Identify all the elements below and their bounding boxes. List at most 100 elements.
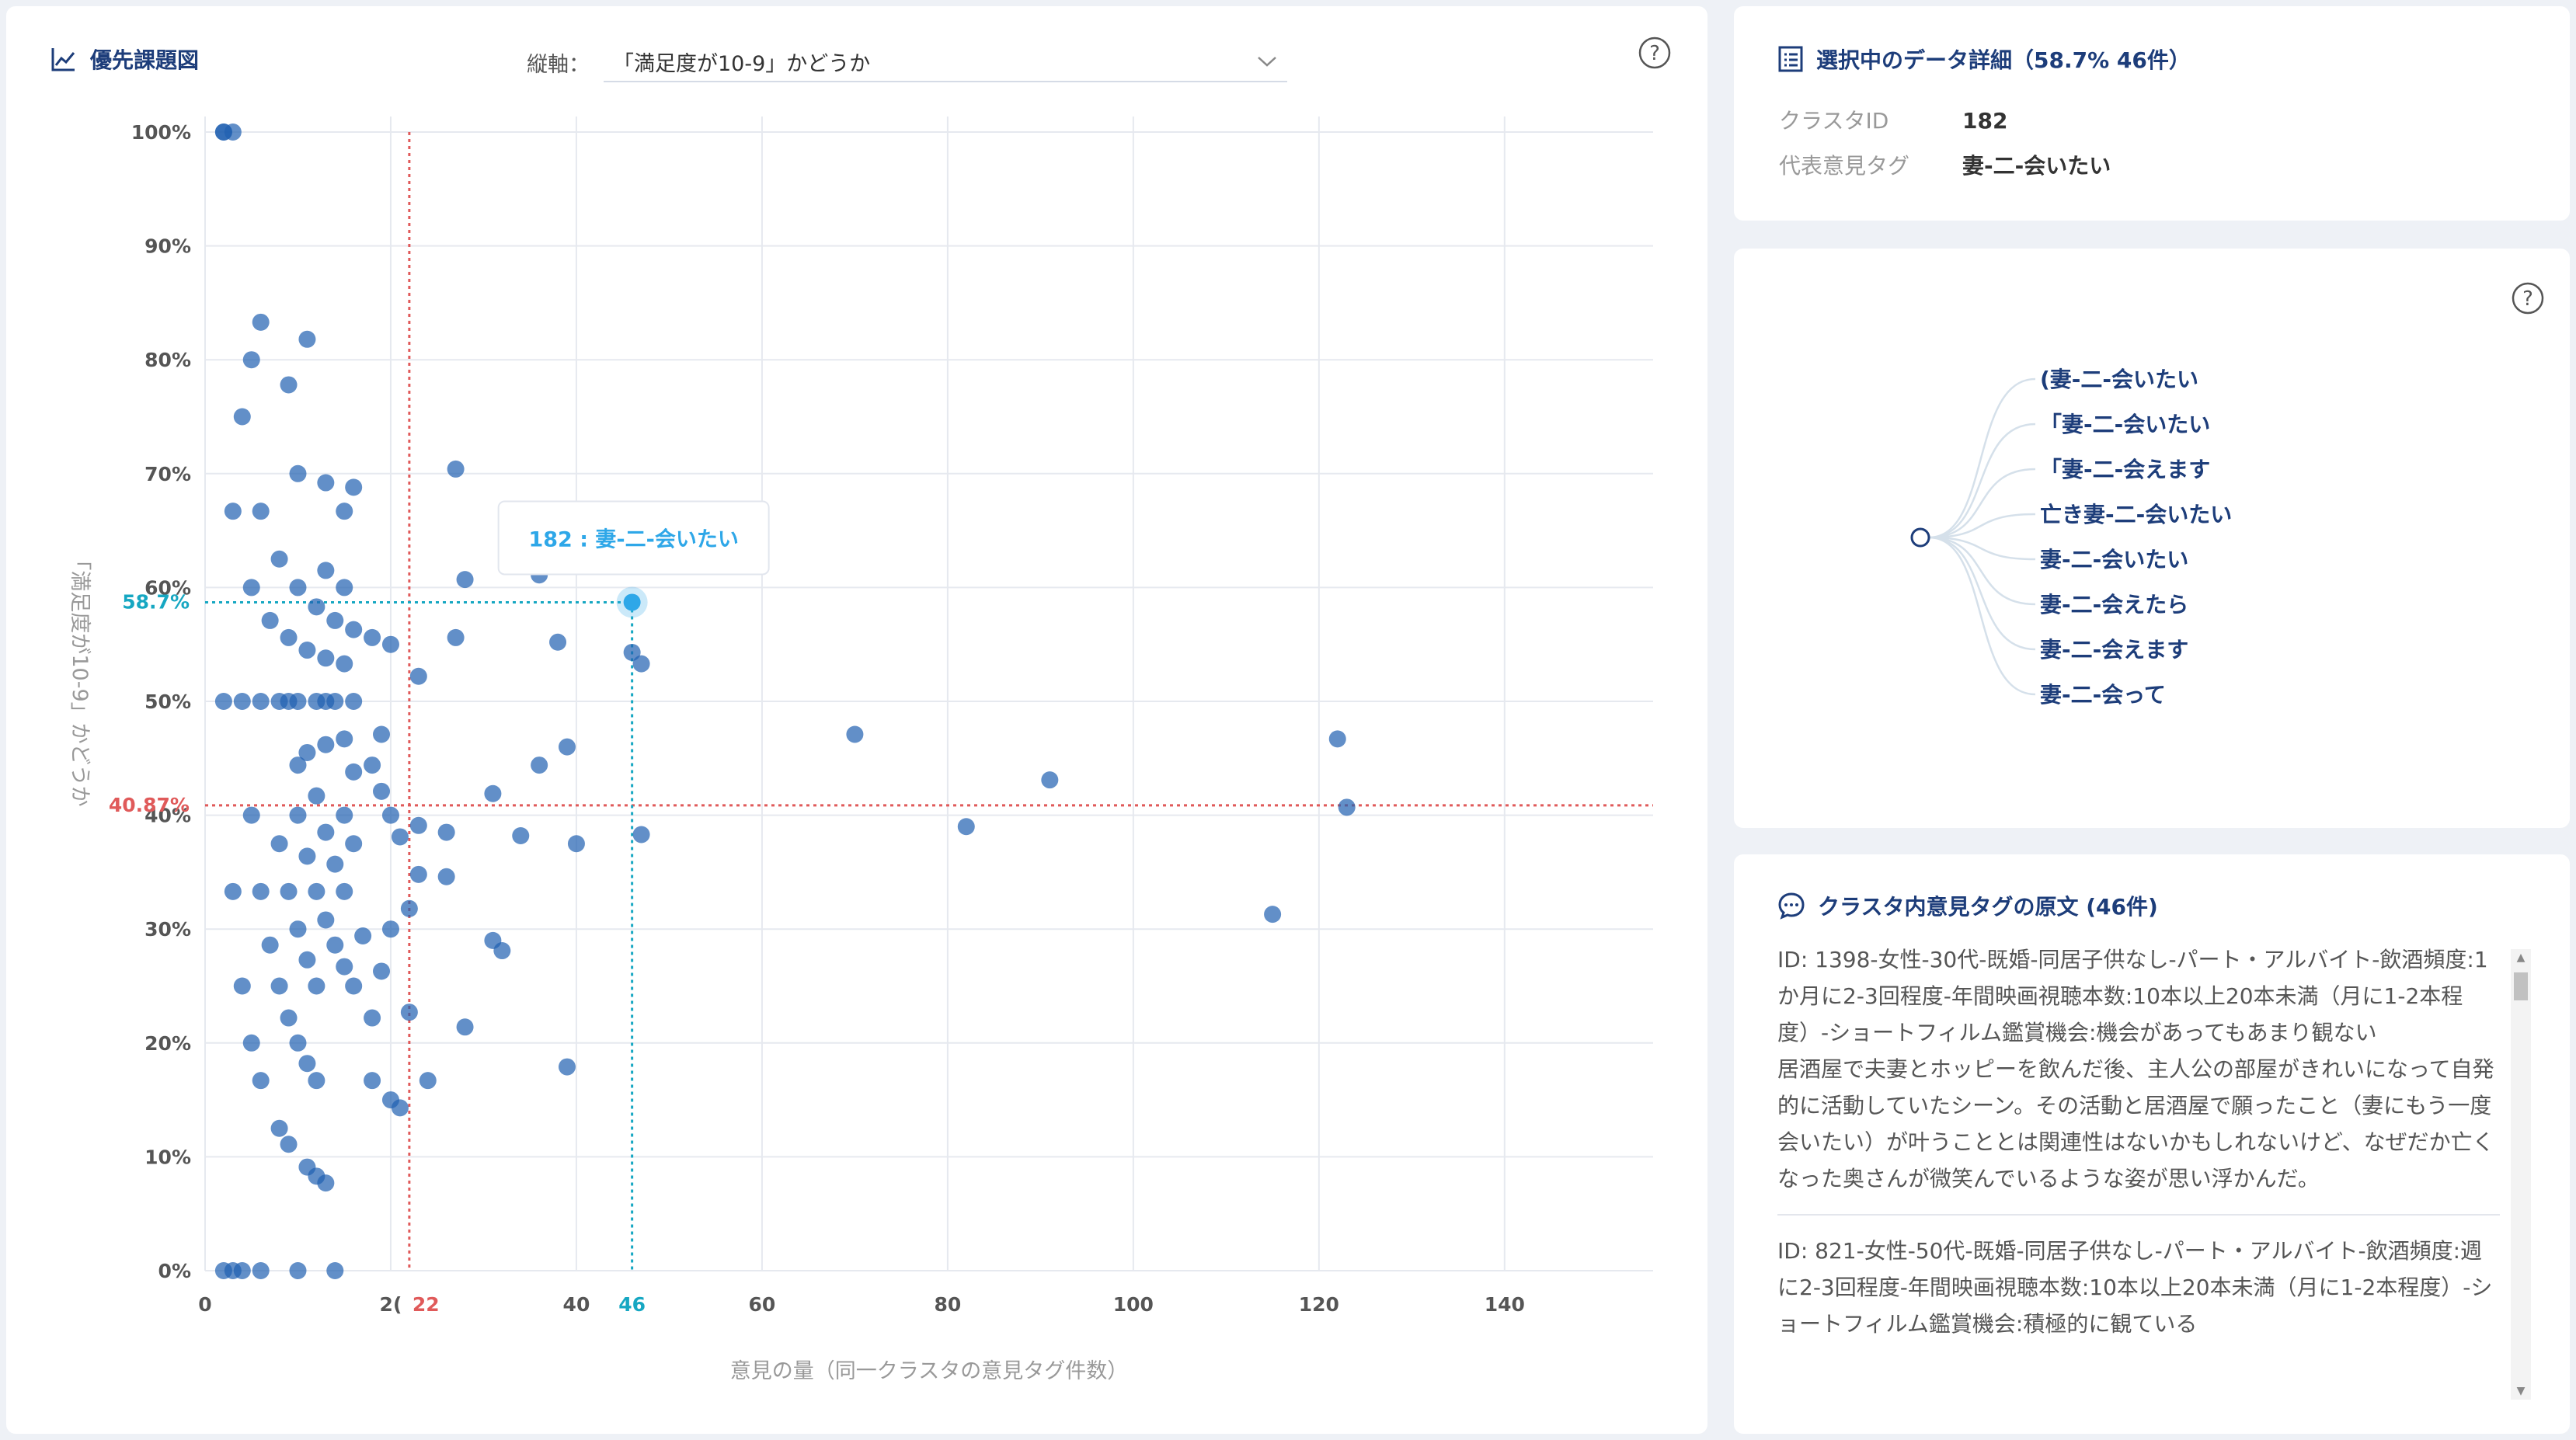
data-point[interactable] [280,1009,298,1027]
data-point[interactable] [345,977,363,995]
data-point[interactable] [289,1262,307,1279]
data-point[interactable] [381,920,399,938]
data-point[interactable] [233,693,251,710]
data-point[interactable] [317,736,335,753]
data-point[interactable] [632,826,650,843]
tree-item-label[interactable]: 妻-二-会えたら [2040,592,2188,617]
data-point[interactable] [252,313,270,331]
scroll-down-arrow-icon[interactable]: ▼ [2511,1383,2531,1400]
data-point[interactable] [242,1034,260,1052]
data-point[interactable] [308,787,325,805]
data-point[interactable] [280,376,298,394]
data-point[interactable] [252,503,270,520]
data-point[interactable] [326,693,344,710]
data-point[interactable] [391,1099,409,1117]
data-point[interactable] [567,835,585,853]
text-scrollbar[interactable]: ▲ ▼ [2511,949,2531,1400]
data-point[interactable] [289,464,307,482]
data-point[interactable] [289,920,307,938]
data-point[interactable] [317,562,335,579]
data-point[interactable] [289,693,307,710]
data-point[interactable] [233,408,251,426]
data-point[interactable] [381,806,399,824]
scroll-thumb[interactable] [2514,972,2528,1000]
data-point[interactable] [336,882,353,900]
data-point[interactable] [224,503,242,520]
data-point[interactable] [345,693,363,710]
data-point[interactable] [1328,730,1346,748]
data-point[interactable] [957,818,975,836]
data-point[interactable] [298,642,316,659]
data-point[interactable] [419,1072,437,1090]
data-point[interactable] [447,628,465,646]
data-point[interactable] [512,826,530,844]
data-point[interactable] [336,579,353,597]
data-point[interactable] [242,806,260,824]
data-point[interactable] [364,1009,381,1027]
data-point[interactable] [317,474,335,492]
data-point[interactable] [326,936,344,954]
data-point[interactable] [456,1018,474,1036]
data-point[interactable] [308,882,325,900]
data-point[interactable] [317,1174,335,1192]
data-point[interactable] [252,1072,270,1090]
tree-item-label[interactable]: 亡き妻-二-会いたい [2040,502,2232,527]
data-point[interactable] [326,1262,344,1279]
data-point[interactable] [336,503,353,520]
tree-item-label[interactable]: 「妻-二-会いたい [2040,412,2210,437]
data-point[interactable] [345,835,363,853]
data-point[interactable] [270,550,288,568]
tree-item-label[interactable]: 「妻-二-会えます [2040,457,2210,482]
data-point[interactable] [317,911,335,929]
data-point[interactable] [623,643,641,661]
data-point[interactable] [289,806,307,824]
data-point[interactable] [373,782,391,800]
data-point[interactable] [242,579,260,597]
data-point[interactable] [364,1072,381,1090]
tree-item-label[interactable]: (妻-二-会いたい [2040,367,2198,392]
data-point[interactable] [214,693,232,710]
data-point[interactable] [252,882,270,900]
data-point[interactable] [336,958,353,976]
data-point[interactable] [308,977,325,995]
data-point[interactable] [298,951,316,969]
tree-item-label[interactable]: 妻-二-会って [2040,682,2166,708]
data-point[interactable] [326,611,344,629]
data-point[interactable] [364,757,381,774]
data-point[interactable] [437,868,455,885]
data-point[interactable] [326,855,344,873]
data-point[interactable] [298,1055,316,1073]
data-point[interactable] [289,1034,307,1052]
data-point[interactable] [270,835,288,853]
tree-item-label[interactable]: 妻-二-会いたい [2040,547,2188,572]
data-point[interactable] [400,1003,418,1021]
data-point[interactable] [308,598,325,616]
data-point[interactable] [456,571,474,589]
selected-point[interactable] [623,593,641,611]
data-point[interactable] [373,725,391,743]
data-point[interactable] [373,962,391,980]
data-point[interactable] [270,977,288,995]
tree-root-node[interactable] [1910,527,1930,548]
data-point[interactable] [549,633,567,651]
data-point[interactable] [531,757,548,774]
data-point[interactable] [409,816,427,834]
data-point[interactable] [308,1072,325,1090]
data-point[interactable] [409,865,427,883]
data-point[interactable] [233,1262,251,1279]
data-point[interactable] [252,1262,270,1279]
data-point[interactable] [317,823,335,841]
data-point[interactable] [298,330,316,348]
data-point[interactable] [364,628,381,646]
data-point[interactable] [289,757,307,774]
data-point[interactable] [447,460,465,478]
data-point[interactable] [214,123,232,141]
data-point[interactable] [336,806,353,824]
data-point[interactable] [345,478,363,496]
data-point[interactable] [1041,771,1059,789]
data-point[interactable] [224,882,242,900]
data-point[interactable] [242,351,260,369]
data-point[interactable] [345,763,363,781]
data-point[interactable] [409,667,427,685]
data-point[interactable] [261,611,279,629]
